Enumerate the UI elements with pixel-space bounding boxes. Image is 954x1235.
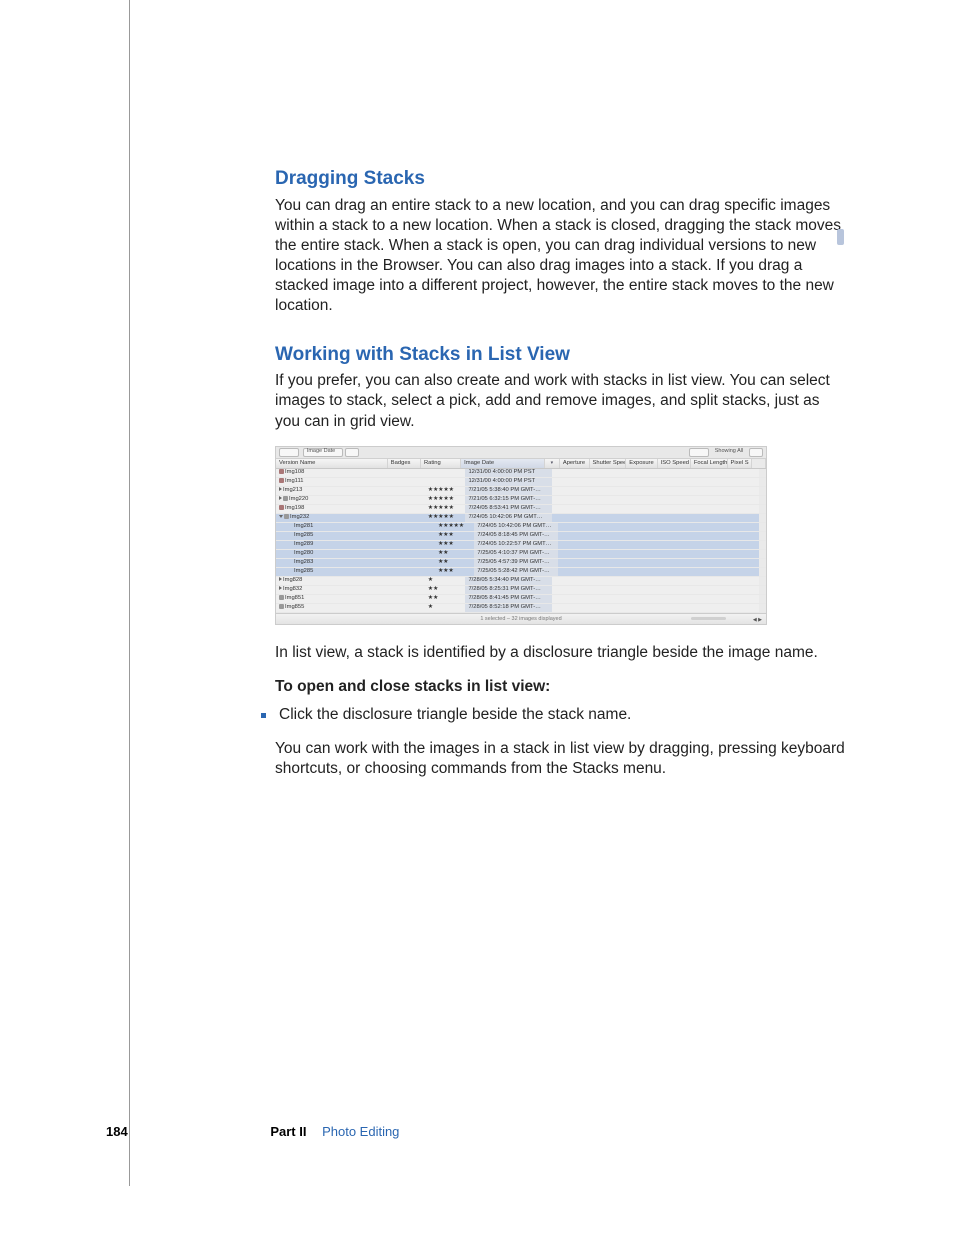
table-row[interactable]: Img851★★7/28/05 8:41:45 PM GMT-…	[276, 595, 766, 604]
vertical-scrollbar[interactable]	[837, 189, 844, 775]
sort-field-popup[interactable]	[303, 448, 343, 457]
table-row[interactable]: Img289★★★7/24/05 10:22:57 PM GMT…	[276, 541, 766, 550]
page-number: 184	[106, 1124, 128, 1139]
showing-label: Showing All	[715, 448, 743, 455]
mock-toolbar: Showing All	[276, 447, 766, 459]
table-row[interactable]: Img832★★7/28/05 8:25:31 PM GMT-…	[276, 586, 766, 595]
col-focal-length[interactable]: Focal Length	[691, 459, 728, 468]
col-rating[interactable]: Rating	[421, 459, 461, 468]
table-row[interactable]: Img232★★★★★7/24/05 10:42:06 PM GMT…	[276, 514, 766, 523]
scrollbar-track[interactable]	[752, 459, 766, 468]
bullet-text: Click the disclosure triangle beside the…	[279, 705, 631, 725]
col-image-date[interactable]: Image Date	[461, 459, 545, 468]
margin-rule	[129, 0, 130, 1186]
table-row[interactable]: Img281★★★★★7/24/05 10:42:06 PM GMT…	[276, 523, 766, 532]
col-exposure[interactable]: Exposure	[626, 459, 657, 468]
col-sort-indicator[interactable]	[545, 459, 560, 468]
badge-icon	[279, 505, 284, 510]
disclosure-triangle-icon[interactable]	[279, 586, 282, 590]
mock-status-bar: 1 selected – 32 images displayed ◀ ▶	[276, 613, 766, 624]
table-row[interactable]: Img828★7/28/05 5:34:40 PM GMT-…	[276, 577, 766, 586]
paragraph: You can drag an entire stack to a new lo…	[275, 196, 845, 317]
thumbnail-size-slider[interactable]	[691, 617, 726, 620]
table-row[interactable]: Img855★7/28/05 8:52:18 PM GMT-…	[276, 604, 766, 613]
disclosure-triangle-icon[interactable]	[279, 577, 282, 581]
action-button[interactable]	[749, 448, 763, 457]
col-badges[interactable]: Badges	[388, 459, 421, 468]
badge-icon	[279, 469, 284, 474]
table-row[interactable]: Img11112/31/00 4:00:00 PM PST	[276, 478, 766, 487]
col-shutter-speed[interactable]: Shutter Speed	[590, 459, 627, 468]
howto-label: To open and close stacks in list view:	[275, 677, 845, 697]
sort-direction-button[interactable]	[345, 448, 359, 457]
heading-list-view: Working with Stacks in List View	[275, 343, 845, 368]
stack-icon	[279, 604, 284, 609]
mock-rows: Img10812/31/00 4:00:00 PM PSTImg11112/31…	[276, 469, 766, 613]
table-row[interactable]: Img213★★★★★7/21/05 5:38:40 PM GMT-…	[276, 487, 766, 496]
view-mode-segmented[interactable]	[279, 448, 299, 457]
paragraph: You can work with the images in a stack …	[275, 739, 845, 779]
table-row[interactable]: Img285★★★7/24/05 8:18:45 PM GMT-…	[276, 532, 766, 541]
stack-icon	[284, 514, 289, 519]
paragraph: In list view, a stack is identified by a…	[275, 643, 845, 663]
table-row[interactable]: Img220★★★★★7/21/05 6:32:15 PM GMT-…	[276, 496, 766, 505]
page-content: Dragging Stacks You can drag an entire s…	[275, 167, 845, 787]
stack-icon	[283, 496, 288, 501]
disclosure-triangle-icon[interactable]	[279, 487, 282, 491]
table-row[interactable]: Img280★★7/25/05 4:10:37 PM GMT-…	[276, 550, 766, 559]
table-row[interactable]: Img283★★7/25/05 4:57:39 PM GMT-…	[276, 559, 766, 568]
disclosure-triangle-icon[interactable]	[279, 496, 282, 500]
table-row[interactable]: Img198★★★★★7/24/05 8:53:41 PM GMT-…	[276, 505, 766, 514]
table-row[interactable]: Img285★★★7/25/05 5:28:42 PM GMT-…	[276, 568, 766, 577]
badge-icon	[279, 478, 284, 483]
col-pixel-size[interactable]: Pixel S	[728, 459, 752, 468]
nav-arrows[interactable]: ◀ ▶	[753, 615, 762, 625]
mock-column-headers: Version Name Badges Rating Image Date Ap…	[276, 459, 766, 469]
part-label: Part II	[270, 1124, 306, 1139]
page-footer: 184 Part II Photo Editing	[106, 1124, 399, 1141]
stack-icon	[279, 595, 284, 600]
disclosure-triangle-icon[interactable]	[279, 515, 283, 518]
bullet-item: Click the disclosure triangle beside the…	[265, 705, 845, 725]
scrollbar-thumb[interactable]	[837, 229, 844, 245]
paragraph: If you prefer, you can also create and w…	[275, 371, 845, 431]
heading-dragging-stacks: Dragging Stacks	[275, 167, 845, 192]
filter-segmented[interactable]	[689, 448, 709, 457]
part-name: Photo Editing	[322, 1124, 399, 1139]
col-iso[interactable]: ISO Speed	[658, 459, 691, 468]
table-row[interactable]: Img10812/31/00 4:00:00 PM PST	[276, 469, 766, 478]
col-version-name[interactable]: Version Name	[276, 459, 388, 468]
col-aperture[interactable]: Aperture	[560, 459, 590, 468]
mock-status-text: 1 selected – 32 images displayed	[480, 616, 561, 622]
list-view-screenshot: Showing All Version Name Badges Rating I…	[275, 446, 767, 625]
